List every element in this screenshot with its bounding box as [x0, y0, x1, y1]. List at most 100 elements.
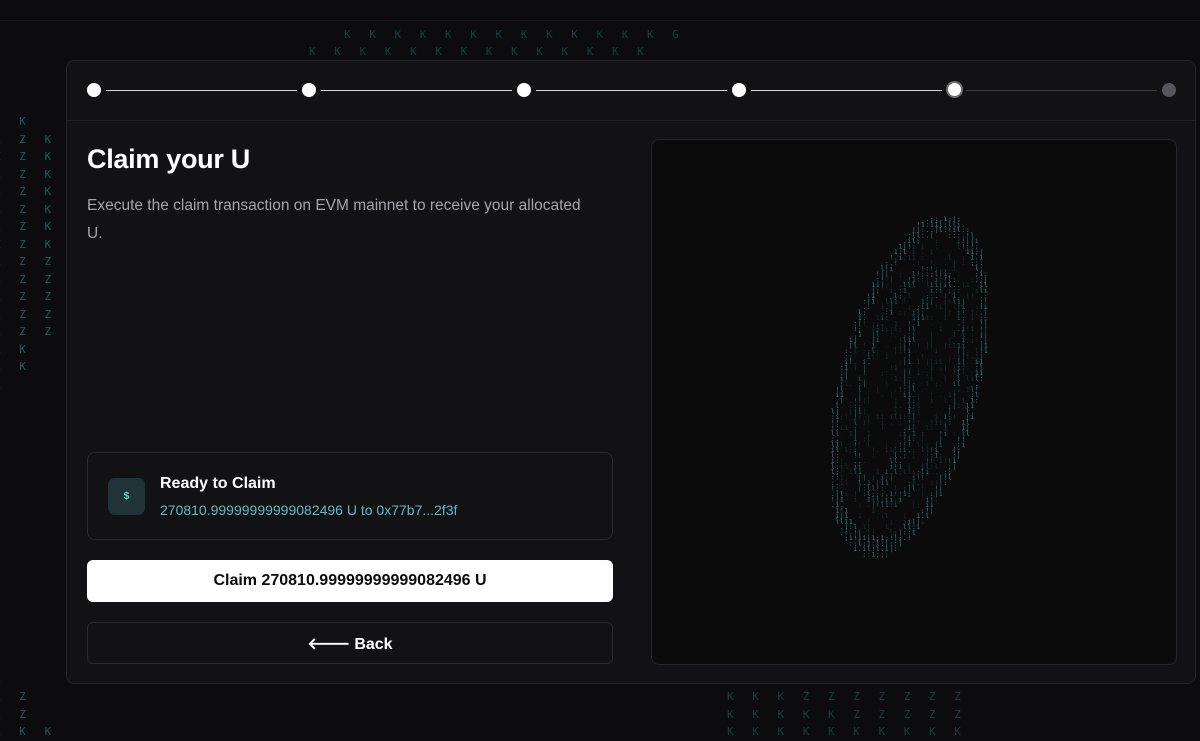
coin-glyph: | [858, 486, 862, 493]
coin-glyph: 1 [921, 315, 925, 322]
coin-glyph: ; [908, 491, 912, 498]
coin-glyph: | [930, 343, 934, 350]
coin-glyph: 1 [966, 249, 970, 256]
coin-glyph: | [890, 277, 894, 284]
coin-glyph: 1 [876, 469, 880, 476]
coin-glyph: . [912, 359, 916, 366]
step-dot-complete [302, 83, 316, 97]
coin-glyph: . [899, 403, 903, 410]
coin-glyph: . [930, 403, 934, 410]
coin-glyph: 1 [863, 524, 867, 531]
coin-glyph: 1 [849, 431, 853, 438]
coin-glyph: : [872, 453, 876, 460]
coin-glyph: i [894, 502, 898, 509]
coin-glyph: 1 [948, 392, 952, 399]
coin-glyph: ! [858, 414, 862, 421]
coin-glyph: . [935, 497, 939, 504]
coin-glyph: l [948, 255, 952, 262]
coin-glyph: ! [962, 370, 966, 377]
coin-glyph: ; [899, 326, 903, 333]
coin-glyph: ; [926, 370, 930, 377]
coin-glyph: : [912, 436, 916, 443]
coin-glyph: ; [876, 552, 880, 559]
coin-glyph: i [917, 370, 921, 377]
coin-glyph: l [908, 469, 912, 476]
coin-glyph: ; [840, 530, 844, 537]
coin-glyph: l [845, 447, 849, 454]
coin-glyph: ! [845, 414, 849, 421]
coin-glyph: 1 [935, 453, 939, 460]
coin-glyph: ! [858, 442, 862, 449]
coin-glyph: . [926, 233, 930, 240]
dollar-icon: $ [108, 478, 145, 515]
coin-glyph: . [930, 321, 934, 328]
coin-glyph: 1 [890, 310, 894, 317]
coin-glyph: i [917, 524, 921, 531]
coin-glyph: ; [899, 293, 903, 300]
coin-glyph: . [894, 332, 898, 339]
coin-glyph: 1 [939, 458, 943, 465]
coin-glyph: i [849, 469, 853, 476]
coin-glyph: i [899, 497, 903, 504]
coin-glyph: : [966, 365, 970, 372]
coin-glyph: : [881, 326, 885, 333]
coin-glyph: : [921, 370, 925, 377]
coin-glyph: l [926, 513, 930, 520]
coin-glyph: : [899, 359, 903, 366]
coin-glyph: | [890, 392, 894, 399]
coin-glyph: | [944, 343, 948, 350]
coin-glyph: ; [912, 453, 916, 460]
coin-visual-panel: .;:.1:|;!1:11l;lli.||:..|l:!il:::ll:.|::… [651, 139, 1177, 665]
coin-glyph: 1 [858, 513, 862, 520]
coin-glyph: ! [867, 420, 871, 427]
coin-glyph: 1 [858, 332, 862, 339]
coin-glyph: : [921, 255, 925, 262]
back-button[interactable]: 🡐 Back [87, 622, 613, 664]
coin-glyph: ; [917, 238, 921, 245]
claim-status-card: $ Ready to Claim 270810.9999999999908249… [87, 452, 613, 540]
coin-glyph: | [966, 293, 970, 300]
coin-glyph: . [867, 359, 871, 366]
coin-glyph: l [894, 469, 898, 476]
coin-glyph: i [872, 475, 876, 482]
coin-glyph: : [890, 480, 894, 487]
coin-glyph: i [885, 524, 889, 531]
coin-glyph: l [836, 519, 840, 526]
coin-glyph: : [953, 304, 957, 311]
background-glyphs-left: K Z Z K Z Z K Z Z K Z Z K Z Z K Z Z K Z … [0, 113, 57, 393]
coin-glyph: 1 [885, 502, 889, 509]
claim-button[interactable]: Claim 270810.99999999999082496 U [87, 560, 613, 602]
step-connector [106, 90, 297, 91]
coin-glyph: : [849, 541, 853, 548]
coin-glyph: : [867, 304, 871, 311]
coin-glyph: | [867, 398, 871, 405]
coin-glyph: 1 [984, 348, 988, 355]
coin-glyph: 1 [917, 321, 921, 328]
coin-glyph: : [921, 453, 925, 460]
coin-glyph: 1 [966, 282, 970, 289]
coin-glyph: : [894, 546, 898, 553]
coin-glyph: i [971, 414, 975, 421]
coin-glyph: i [944, 315, 948, 322]
coin-glyph: : [930, 480, 934, 487]
coin-glyph: | [930, 233, 934, 240]
coin-glyph: ! [908, 244, 912, 251]
coin-glyph: l [908, 282, 912, 289]
coin-glyph: i [939, 326, 943, 333]
coin-glyph: i [957, 403, 961, 410]
coin-glyph: i [854, 497, 858, 504]
background-glyphs-left-bottom: Z Z Z Z Z K K K [0, 618, 57, 741]
coin-glyph: . [881, 392, 885, 399]
coin-glyph: l [944, 376, 948, 383]
coin-glyph: l [957, 244, 961, 251]
coin-glyph: ! [948, 299, 952, 306]
coin-glyph: ; [930, 271, 934, 278]
coin-glyph: : [876, 354, 880, 361]
progress-stepper [67, 61, 1195, 121]
background-glyphs-top-1: K K K K K K K K K K K K K G [344, 26, 685, 44]
step-dot-current [946, 81, 963, 98]
coin-glyph: l [917, 442, 921, 449]
coin-glyph: | [944, 365, 948, 372]
coin-glyph: | [962, 282, 966, 289]
coin-glyph: ! [935, 304, 939, 311]
